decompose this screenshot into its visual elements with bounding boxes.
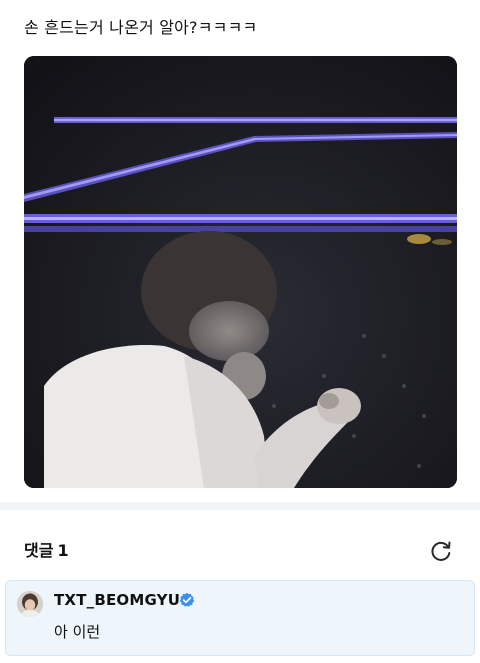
comments-label: 댓글 — [24, 541, 54, 560]
comment-author[interactable]: TXT_BEOMGYU — [54, 590, 180, 610]
post-video[interactable] — [24, 56, 457, 488]
post-text: 손 흔드는거 나온거 알아?ㅋㅋㅋㅋ — [24, 18, 258, 37]
comment-item: TXT_BEOMGYU 아 이런 — [5, 580, 475, 656]
comments-header: 댓글 1 — [24, 540, 73, 562]
refresh-button[interactable] — [428, 538, 454, 564]
avatar-image — [17, 591, 43, 617]
verified-badge-icon — [179, 592, 195, 607]
avatar[interactable] — [17, 591, 43, 617]
refresh-icon — [431, 541, 451, 561]
section-divider — [0, 502, 480, 510]
comments-count: 1 — [57, 541, 69, 560]
video-frame — [24, 56, 457, 488]
comment-text: 아 이런 — [54, 623, 101, 641]
